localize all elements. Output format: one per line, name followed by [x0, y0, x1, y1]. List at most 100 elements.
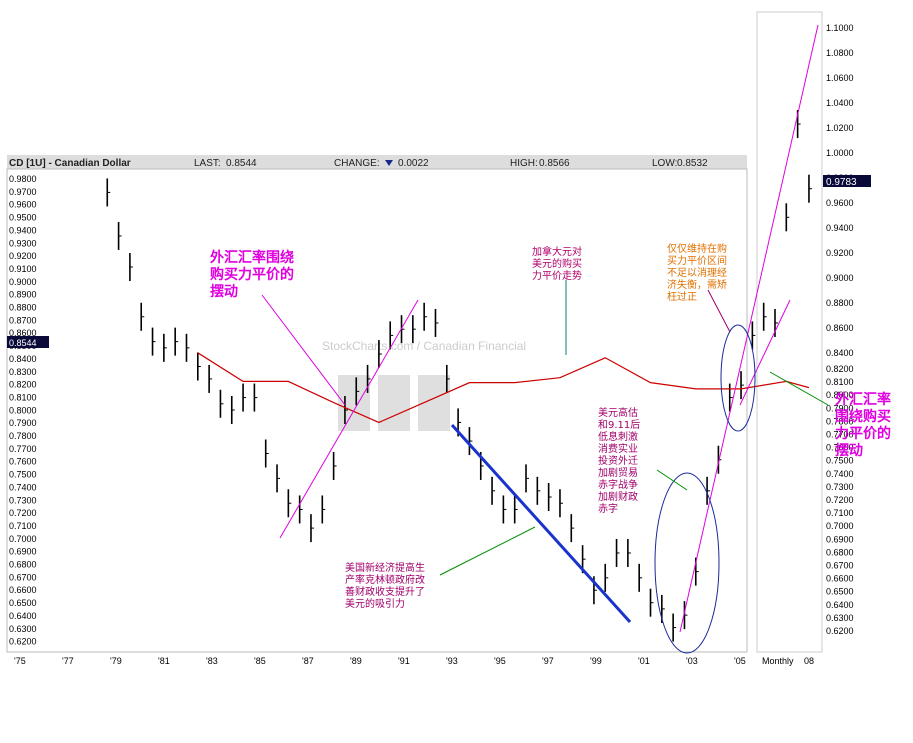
right-tick-label: 0.8400: [826, 348, 854, 358]
right-tick-label: 0.8600: [826, 323, 854, 333]
left-tick-label: 0.9000: [9, 277, 37, 287]
left-tick-label: 0.7000: [9, 534, 37, 544]
x-tick-label: '89: [350, 656, 362, 666]
x-tick-label: '05: [734, 656, 746, 666]
left-tick-label: 0.7800: [9, 431, 37, 441]
x-tick-label: '79: [110, 656, 122, 666]
right-tick-label: 0.7300: [826, 482, 854, 492]
left-tick-label: 0.6800: [9, 560, 37, 570]
left-tick-label: 0.7500: [9, 470, 37, 480]
right-tick-label: 0.8800: [826, 298, 854, 308]
left-tick-label: 0.8700: [9, 315, 37, 325]
overlay-frame: [756, 11, 823, 653]
right-tick-label: 0.7400: [826, 469, 854, 479]
left-tick-label: 0.6900: [9, 547, 37, 557]
change-label: CHANGE:: [334, 158, 380, 169]
x-tick-label: Monthly: [762, 656, 794, 666]
right-tick-label: 1.0400: [826, 98, 854, 108]
connector-ppp-right: [769, 371, 829, 406]
price-bars: [106, 110, 812, 642]
right-tick-label: 1.0600: [826, 73, 854, 83]
high-value: 0.8566: [539, 158, 570, 169]
current-value-left: 0.8544: [9, 338, 37, 348]
right-tick-label: 0.6400: [826, 600, 854, 610]
right-tick-label: 0.6300: [826, 613, 854, 623]
left-tick-label: 0.6300: [9, 624, 37, 634]
right-tick-label: 0.8100: [826, 377, 854, 387]
left-tick-label: 0.9100: [9, 264, 37, 274]
current-value-right: 0.9783: [826, 177, 857, 188]
right-tick-label: 0.6200: [826, 626, 854, 636]
us-econ-note: 美国新经济提高生 产率克林顿政府改 善财政收支提升了 美元的吸引力: [345, 561, 428, 610]
left-tick-label: 0.8000: [9, 405, 37, 415]
low-label: LOW:: [652, 158, 677, 169]
right-tick-label: 1.0200: [826, 123, 854, 133]
connector-usd-high: [656, 469, 688, 491]
high-label: HIGH:: [510, 158, 538, 169]
right-tick-label: 0.6800: [826, 547, 854, 557]
x-tick-label: '87: [302, 656, 314, 666]
right-y-axis: 1.10001.08001.06001.04001.02001.00000.98…: [826, 23, 854, 636]
left-tick-label: 0.8300: [9, 367, 37, 377]
left-tick-label: 0.9400: [9, 225, 37, 235]
ppp-left-note: 外汇汇率围绕 购买力平价的 摆动: [210, 249, 299, 300]
right-tick-label: 0.9200: [826, 248, 854, 258]
left-tick-label: 0.6400: [9, 611, 37, 621]
left-tick-label: 0.7100: [9, 521, 37, 531]
right-tick-label: 0.9000: [826, 273, 854, 283]
x-tick-label: '81: [158, 656, 170, 666]
canada-ppp-note: 加拿大元对 美元的购买 力平价走势: [532, 245, 585, 282]
right-tick-label: 0.8200: [826, 364, 854, 374]
left-tick-label: 0.7900: [9, 418, 37, 428]
magenta-trend-right: [679, 24, 819, 633]
left-tick-label: 0.6500: [9, 598, 37, 608]
x-tick-label: '93: [446, 656, 458, 666]
x-tick-label: '91: [398, 656, 410, 666]
left-tick-label: 0.7200: [9, 508, 37, 518]
right-tick-label: 0.6900: [826, 534, 854, 544]
moving-average-series: [197, 352, 810, 424]
low-value: 0.8532: [677, 158, 708, 169]
left-tick-label: 0.6200: [9, 637, 37, 647]
usd-high-note: 美元高估 和9.11后 低息刺激 消费实业 投资外迁 加剧贸易 赤字战争 加剧财…: [598, 406, 643, 515]
right-tick-label: 0.7100: [826, 508, 854, 518]
orange-note: 仅仅维持在购 买力平价区间 不足以消理经 济失衡，需矫 枉过正: [667, 242, 730, 303]
left-tick-label: 0.6600: [9, 585, 37, 595]
right-tick-label: 1.0800: [826, 48, 854, 58]
left-tick-label: 0.9200: [9, 251, 37, 261]
left-tick-label: 0.8400: [9, 354, 37, 364]
left-tick-label: 0.8100: [9, 392, 37, 402]
circle-2003: [654, 472, 720, 654]
left-tick-label: 0.7300: [9, 495, 37, 505]
last-label: LAST:: [194, 158, 221, 169]
moving-average-line: [197, 352, 810, 424]
x-tick-label: '01: [638, 656, 650, 666]
x-tick-label: '95: [494, 656, 506, 666]
x-tick-label: '83: [206, 656, 218, 666]
left-tick-label: 0.9600: [9, 200, 37, 210]
connector-us-econ: [439, 526, 536, 576]
left-tick-label: 0.8800: [9, 303, 37, 313]
left-y-axis: 0.9800 0.9700 0.9600 0.9500 0.9400 0.9300 0.92…: [9, 174, 37, 647]
left-tick-label: 0.7700: [9, 444, 37, 454]
left-tick-label: 0.9500: [9, 213, 37, 223]
chart-title: CD [1U] - Canadian Dollar: [9, 158, 131, 169]
canadian-dollar-chart: CD [1U] - Canadian Dollar LAST: 0.8544 C…: [6, 11, 891, 666]
left-tick-label: 0.9700: [9, 187, 37, 197]
left-tick-label: 0.7400: [9, 482, 37, 492]
change-value: 0.0022: [398, 158, 429, 169]
right-tick-label: 0.6600: [826, 574, 854, 584]
left-tick-label: 0.9300: [9, 238, 37, 248]
x-axis: '75 '77 '79 '81 '83 '85 '87 '89 '91 '93 '95 '97 '99 '…: [14, 656, 814, 666]
last-value: 0.8544: [226, 158, 257, 169]
right-tick-label: 0.9400: [826, 223, 854, 233]
left-tick-label: 0.9800: [9, 174, 37, 184]
left-tick-label: 0.8200: [9, 380, 37, 390]
x-tick-label: '75: [14, 656, 26, 666]
x-tick-label: '77: [62, 656, 74, 666]
x-tick-label: '85: [254, 656, 266, 666]
right-tick-label: 0.9600: [826, 198, 854, 208]
x-tick-label: 08: [804, 656, 814, 666]
right-tick-label: 0.6700: [826, 561, 854, 571]
watermark: [338, 375, 450, 431]
